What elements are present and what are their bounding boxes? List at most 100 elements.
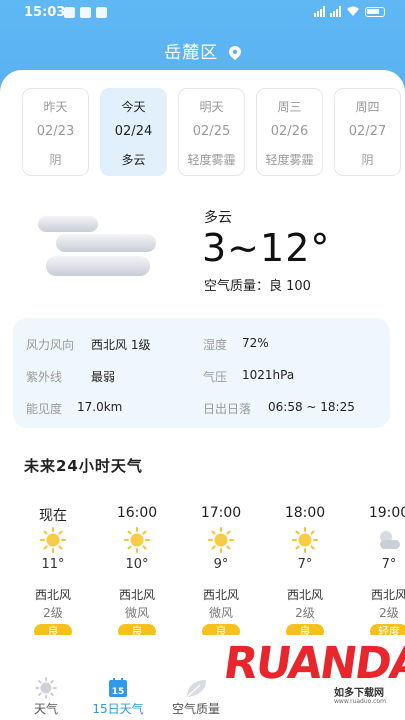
day-label: 周四	[355, 100, 380, 114]
sunrise-sunset-label: 日出日落	[203, 402, 252, 416]
hour-aq-badge: 良	[34, 624, 72, 635]
hour-wind-direction: 西北风	[202, 588, 239, 602]
uv-value: 最弱	[91, 370, 116, 384]
watermark: RUANDAO 如多下载网 www.ruaduo.com	[220, 638, 405, 720]
hour-time: 18:00	[284, 505, 326, 521]
hour-wind-level: 2级	[379, 606, 399, 620]
hour-wind-direction: 西北风	[118, 588, 155, 602]
hour-wind-level: 2级	[43, 606, 63, 620]
day-label: 今天	[121, 100, 146, 114]
hour-wind-direction: 西北风	[370, 588, 405, 602]
sun-icon	[292, 527, 318, 553]
location-pin-icon	[228, 46, 241, 60]
sun-icon	[124, 527, 150, 553]
hourly-item: 17:00 9° 西北风 微风 良	[186, 505, 256, 635]
day-weather: 阴	[361, 153, 374, 167]
current-temperature: 3~12°	[202, 226, 331, 270]
status-time: 15:03	[24, 5, 66, 20]
day-weather: 阴	[49, 153, 62, 167]
pressure-label: 气压	[203, 370, 228, 384]
uv-label: 紫外线	[26, 370, 63, 384]
notification-icon	[64, 7, 75, 18]
hour-time: 现在	[39, 508, 67, 524]
pressure-value: 1021hPa	[242, 368, 295, 382]
signal-icon	[330, 6, 341, 17]
watermark-url: www.ruaduo.com	[334, 698, 386, 705]
hour-temp: 10°	[125, 557, 149, 572]
humidity-value: 72%	[242, 336, 269, 350]
day-card-tomorrow[interactable]: 明天 02/25 轻度雾霾	[178, 88, 245, 176]
current-condition: 多云	[204, 210, 232, 226]
hourly-item: 18:00 7° 西北风 2级 良	[270, 505, 340, 635]
hour-temp: 7°	[297, 557, 313, 572]
hour-wind-direction: 西北风	[34, 588, 71, 602]
sun-icon	[40, 527, 66, 553]
status-bar: 15:03	[0, 0, 405, 26]
notification-icons	[64, 7, 107, 18]
calendar-number: 15	[112, 687, 125, 697]
hour-wind-level: 2级	[295, 606, 315, 620]
day-label: 昨天	[43, 100, 68, 114]
tab-weather-label: 天气	[33, 702, 58, 716]
hour-time: 17:00	[200, 505, 242, 521]
humidity-label: 湿度	[203, 338, 228, 352]
notification-icon	[80, 7, 91, 18]
tab-weather[interactable]: 天气	[6, 676, 86, 717]
hourly-item: 19:00 7° 西北风 2级 轻度	[354, 505, 405, 635]
day-label: 周三	[277, 100, 302, 114]
hourly-item: 16:00 10° 西北风 微风 良	[102, 505, 172, 635]
day-date: 02/27	[348, 124, 387, 139]
day-card-today[interactable]: 今天 02/24 多云	[100, 88, 167, 176]
moon-cloud-icon	[380, 531, 400, 549]
day-date: 02/24	[114, 124, 153, 139]
calendar-icon: 15	[109, 678, 127, 697]
sun-icon	[35, 677, 57, 699]
city-name: 岳麓区	[164, 43, 219, 63]
daily-forecast-strip[interactable]: 昨天 02/23 阴 今天 02/24 多云 明天 02/25 轻度雾霾 周三 …	[22, 88, 405, 178]
weather-details-card: 风力风向 西北风 1级 湿度 72% 紫外线 最弱 气压 1021hPa 能见度…	[13, 318, 390, 428]
watermark-brand: RUANDAO	[220, 638, 405, 689]
day-weather: 轻度雾霾	[265, 153, 314, 167]
tab-15-day-label: 15日天气	[92, 702, 144, 716]
current-air-quality: 空气质量：良 100	[204, 279, 311, 294]
wifi-icon	[347, 6, 359, 16]
hourly-forecast-list[interactable]: 现在 11° 西北风 2级 良 16:00 10° 西北风 微风 良 17:00…	[0, 505, 405, 635]
tab-15-day[interactable]: 15 15日天气	[78, 676, 158, 717]
day-weather: 轻度雾霾	[187, 153, 236, 167]
visibility-label: 能见度	[26, 402, 63, 416]
hourly-section-title: 未来24小时天气	[24, 457, 143, 475]
sun-icon	[208, 527, 234, 553]
wind-label: 风力风向	[26, 338, 75, 352]
hour-aq-badge: 良	[202, 624, 240, 635]
wind-value: 西北风 1级	[91, 338, 151, 352]
watermark-subtitle: 如多下载网	[334, 688, 384, 699]
day-weather: 多云	[121, 153, 146, 167]
day-date: 02/26	[270, 124, 309, 139]
day-date: 02/23	[36, 124, 75, 139]
hour-temp: 11°	[41, 557, 65, 572]
hour-wind-level: 微风	[124, 606, 149, 620]
sunrise-sunset-value: 06:58 ~ 18:25	[268, 400, 355, 414]
day-card-thursday[interactable]: 周四 02/27 阴	[334, 88, 401, 176]
battery-icon	[365, 6, 385, 17]
hour-aq-badge: 良	[286, 624, 324, 635]
day-card-yesterday[interactable]: 昨天 02/23 阴	[22, 88, 89, 176]
cloudy-icon	[38, 216, 156, 276]
signal-icon	[314, 6, 325, 17]
hour-aq-badge: 轻度	[370, 624, 405, 635]
hour-wind-level: 微风	[208, 606, 233, 620]
status-indicators	[314, 6, 385, 17]
hour-time: 19:00	[368, 505, 405, 521]
hour-temp: 7°	[381, 557, 397, 572]
city-selector[interactable]: 岳麓区	[0, 38, 405, 63]
notification-icon	[96, 7, 107, 18]
leaf-icon	[187, 680, 206, 697]
hour-wind-direction: 西北风	[286, 588, 323, 602]
day-card-wednesday[interactable]: 周三 02/26 轻度雾霾	[256, 88, 323, 176]
hour-aq-badge: 良	[118, 624, 156, 635]
day-date: 02/25	[192, 124, 231, 139]
hour-temp: 9°	[213, 557, 229, 572]
hour-time: 16:00	[116, 505, 158, 521]
hourly-item: 现在 11° 西北风 2级 良	[18, 505, 88, 635]
day-label: 明天	[199, 100, 224, 114]
